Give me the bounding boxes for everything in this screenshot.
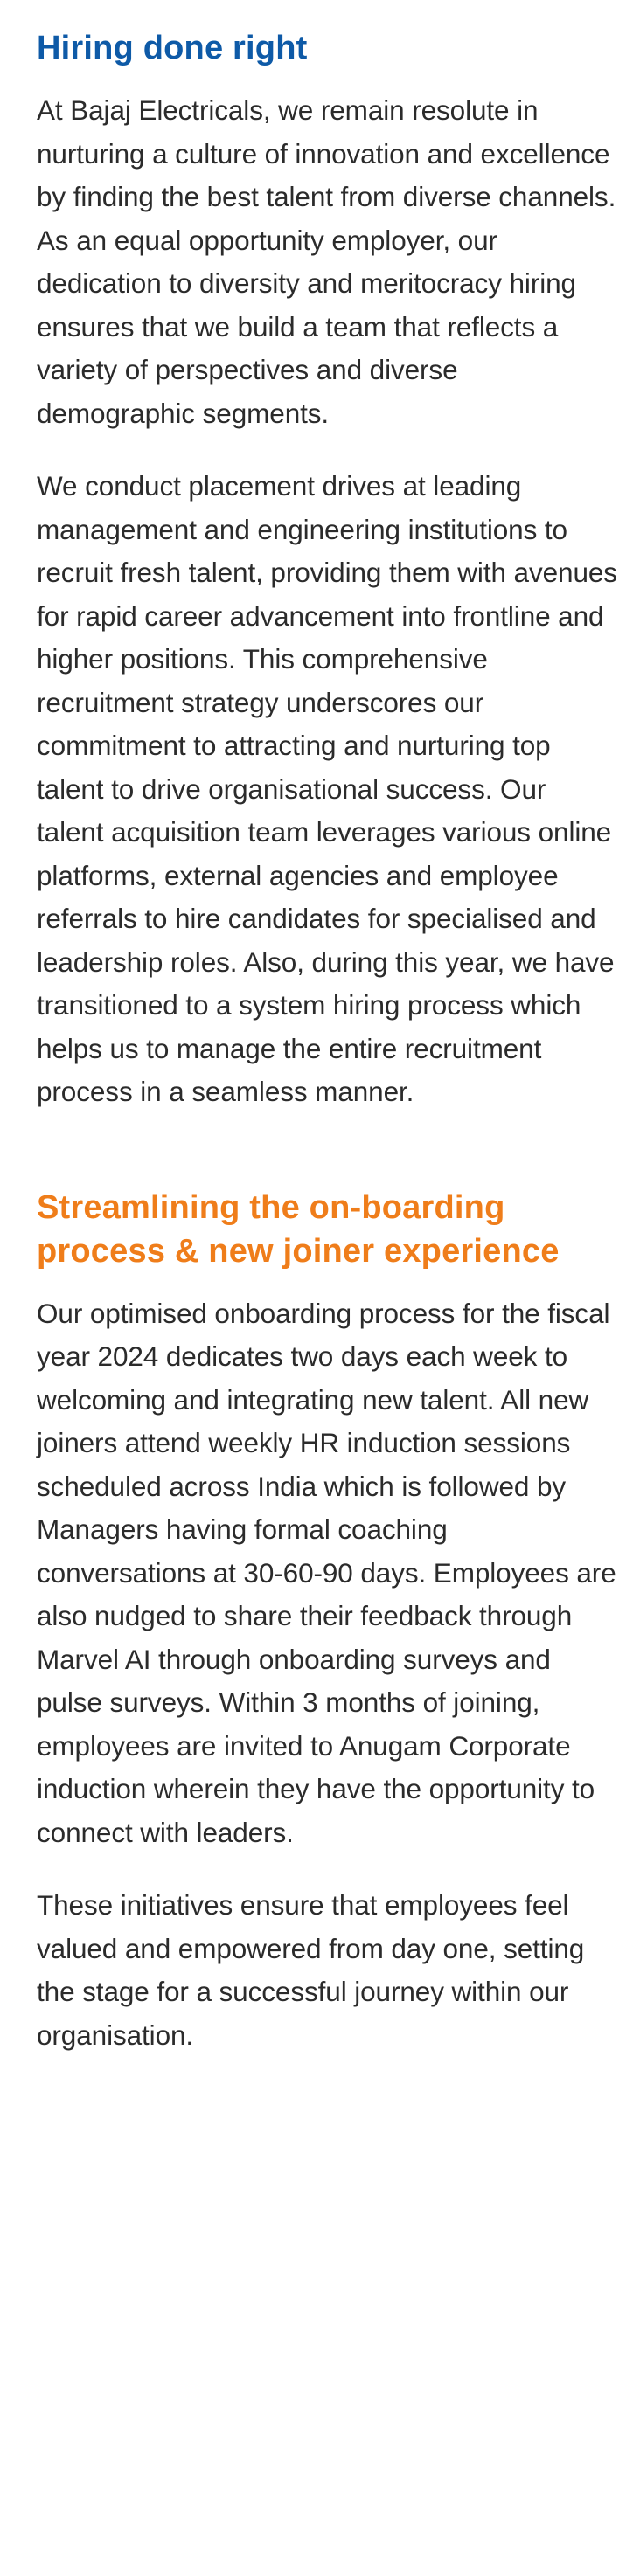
document-page: Hiring done right At Bajaj Electricals, … bbox=[37, 26, 619, 2057]
onboarding-paragraph-2: These initiatives ensure that employees … bbox=[37, 1889, 585, 2051]
hiring-section: Hiring done right At Bajaj Electricals, … bbox=[37, 26, 619, 1114]
onboarding-paragraph-1: Our optimised onboarding process for the… bbox=[37, 1297, 616, 1848]
hiring-paragraph-1: At Bajaj Electricals, we remain resolute… bbox=[37, 94, 616, 429]
onboarding-heading: Streamlining the on-boarding process & n… bbox=[37, 1188, 560, 1270]
hiring-heading: Hiring done right bbox=[37, 30, 308, 66]
onboarding-section: Streamlining the on-boarding process & n… bbox=[37, 1186, 619, 2058]
hiring-paragraph-2: We conduct placement drives at leading m… bbox=[37, 470, 617, 1107]
